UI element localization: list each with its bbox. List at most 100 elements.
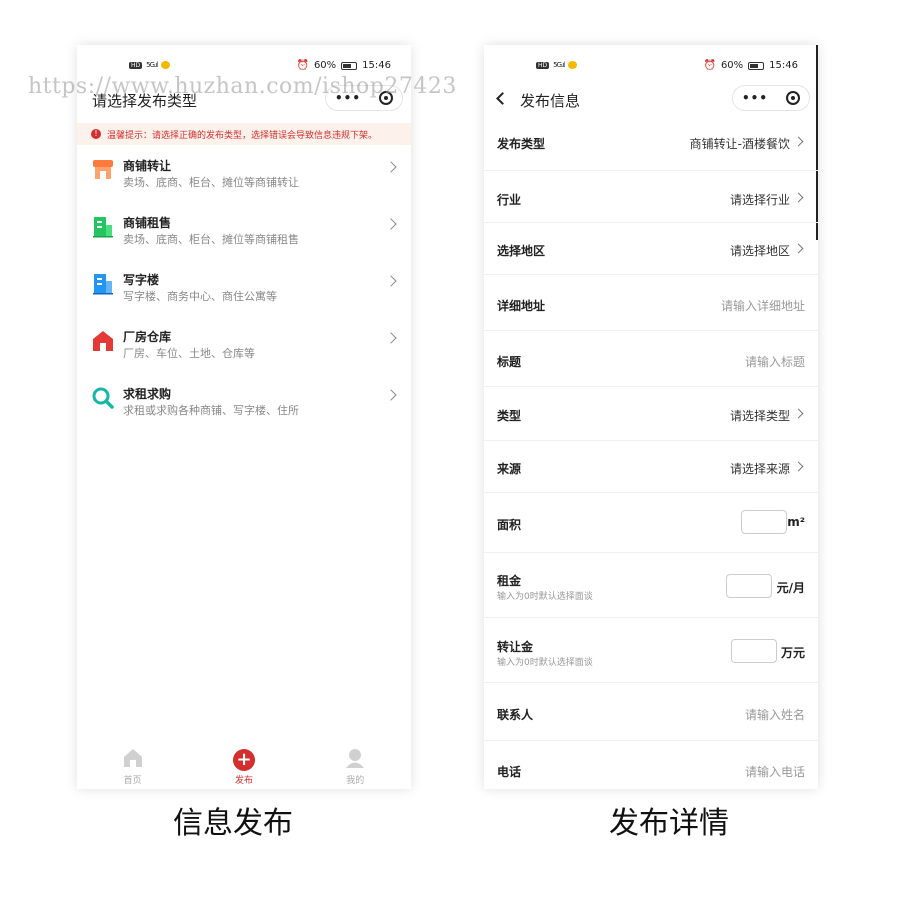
battery-icon xyxy=(341,61,358,70)
row-publish-type[interactable]: 发布类型 商铺转让-酒楼餐饮 xyxy=(484,115,818,171)
area-unit: m² xyxy=(787,515,805,529)
row-source[interactable]: 来源 请选择来源 xyxy=(484,441,818,493)
field-label: 类型 xyxy=(497,409,522,423)
tab-label: 我的 xyxy=(346,776,365,786)
signal-icon: 5G.ıl xyxy=(553,61,565,69)
publish-type-screen: HD 5G.ıl ⏰ 60% 15:46 请选择发布类型 ••• ! 温馨提示：请选择… xyxy=(77,45,411,789)
field-label: 租金 xyxy=(497,574,522,588)
contact-input[interactable]: 请输入姓名 xyxy=(745,706,805,723)
chevron-right-icon xyxy=(385,218,397,230)
category-item-office[interactable]: 写字楼 写字楼、商务中心、商住公寓等 xyxy=(77,259,411,316)
row-area: 面积 m² xyxy=(484,493,818,553)
title-input[interactable]: 请输入标题 xyxy=(745,353,805,370)
transfer-fee-input[interactable] xyxy=(731,639,777,663)
category-desc: 卖场、底商、柜台、摊位等商铺租售 xyxy=(123,233,299,246)
category-title: 厂房仓库 xyxy=(123,330,172,344)
field-label: 联系人 xyxy=(497,708,534,722)
chevron-right-icon xyxy=(385,332,397,344)
tab-home[interactable]: 首页 xyxy=(103,748,163,786)
field-label: 标题 xyxy=(497,355,522,369)
status-bar: HD 5G.ıl ⏰ 60% 15:46 xyxy=(484,45,818,81)
tab-publish[interactable]: + 发布 xyxy=(214,748,274,786)
clock: 15:46 xyxy=(769,60,798,71)
category-title: 商铺转让 xyxy=(123,159,172,173)
clock: 15:46 xyxy=(362,60,391,71)
row-transfer-fee: 转让金 输入为0时默认选择面谈 万元 xyxy=(484,618,818,683)
category-desc: 写字楼、商务中心、商住公寓等 xyxy=(123,290,277,303)
field-label: 面积 xyxy=(497,518,522,532)
notice-banner: ! 温馨提示：请选择正确的发布类型，选择错误会导致信息违规下架。 xyxy=(77,123,411,145)
field-label: 详细地址 xyxy=(497,299,546,313)
category-desc: 求租或求购各种商铺、写字楼、住所 xyxy=(123,404,299,417)
row-address[interactable]: 详细地址 请输入详细地址 xyxy=(484,275,818,331)
page-title: 发布信息 xyxy=(520,92,581,110)
tab-label: 首页 xyxy=(123,776,142,786)
search-icon xyxy=(92,387,114,409)
category-title: 商铺租售 xyxy=(123,216,172,230)
back-icon[interactable] xyxy=(496,92,509,105)
address-input[interactable]: 请输入详细地址 xyxy=(721,297,805,314)
tab-mine[interactable]: 我的 xyxy=(325,748,385,786)
row-region[interactable]: 选择地区 请选择地区 xyxy=(484,223,818,275)
row-kind[interactable]: 类型 请选择类型 xyxy=(484,387,818,441)
chevron-right-icon xyxy=(385,389,397,401)
more-icon[interactable]: ••• xyxy=(742,91,768,105)
title-bar: 发布信息 ••• xyxy=(484,81,818,115)
warehouse-icon xyxy=(93,331,113,351)
chevron-right-icon xyxy=(793,408,804,419)
field-label: 选择地区 xyxy=(497,244,546,258)
home-icon xyxy=(123,749,142,767)
bottom-tab-bar: 首页 + 发布 我的 xyxy=(77,745,411,789)
field-value: 请选择行业 xyxy=(729,193,790,207)
chevron-right-icon xyxy=(793,136,804,147)
office-building-icon xyxy=(93,274,113,295)
alarm-icon: ⏰ xyxy=(296,60,309,71)
row-phone[interactable]: 电话 请输入电话 xyxy=(484,741,818,789)
row-rent: 租金 输入为0时默认选择面谈 元/月 xyxy=(484,553,818,618)
building-green-icon xyxy=(93,217,113,238)
field-value: 请选择地区 xyxy=(729,244,790,258)
area-input[interactable] xyxy=(741,510,787,534)
rent-input[interactable] xyxy=(726,574,772,598)
chevron-right-icon xyxy=(385,161,397,173)
field-value: 请选择类型 xyxy=(729,409,790,423)
chevron-right-icon xyxy=(793,243,804,254)
category-item-shop-rent[interactable]: 商铺租售 卖场、底商、柜台、摊位等商铺租售 xyxy=(77,202,411,259)
row-contact[interactable]: 联系人 请输入姓名 xyxy=(484,683,818,741)
battery-icon xyxy=(748,61,765,70)
transfer-fee-unit: 万元 xyxy=(780,646,805,660)
caption-right: 发布详情 xyxy=(609,806,729,841)
field-label: 行业 xyxy=(497,193,522,207)
category-title: 写字楼 xyxy=(123,273,160,287)
user-icon xyxy=(346,749,365,768)
weibo-icon xyxy=(161,61,171,69)
shop-icon xyxy=(93,160,113,179)
row-industry[interactable]: 行业 请选择行业 xyxy=(484,171,818,223)
rent-unit: 元/月 xyxy=(776,581,805,595)
chevron-right-icon xyxy=(385,275,397,287)
category-desc: 卖场、底商、柜台、摊位等商铺转让 xyxy=(123,176,299,189)
category-item-warehouse[interactable]: 厂房仓库 厂房、车位、土地、仓库等 xyxy=(77,316,411,373)
field-label: 转让金 xyxy=(497,640,534,654)
field-hint: 输入为0时默认选择面谈 xyxy=(497,658,593,668)
field-label: 电话 xyxy=(497,765,522,779)
watermark-text: https://www.huzhan.com/ishop27423 xyxy=(28,74,457,99)
category-desc: 厂房、车位、土地、仓库等 xyxy=(123,347,255,360)
hd-badge: HD xyxy=(129,61,143,69)
row-title[interactable]: 标题 请输入标题 xyxy=(484,331,818,387)
tab-label: 发布 xyxy=(234,775,253,786)
close-target-icon[interactable] xyxy=(785,91,800,105)
alarm-icon: ⏰ xyxy=(703,60,716,71)
category-item-shop-transfer[interactable]: 商铺转让 卖场、底商、柜台、摊位等商铺转让 xyxy=(77,145,411,202)
warning-icon: ! xyxy=(91,129,101,139)
caption-left: 信息发布 xyxy=(173,806,293,841)
field-value: 请选择来源 xyxy=(729,462,790,476)
category-item-wanted[interactable]: 求租求购 求租或求购各种商铺、写字楼、住所 xyxy=(77,373,411,430)
field-value: 商铺转让-酒楼餐饮 xyxy=(689,137,790,151)
field-label: 发布类型 xyxy=(497,137,546,151)
publish-detail-screen: HD 5G.ıl ⏰ 60% 15:46 发布信息 ••• 发布类型 商铺转让-酒楼餐… xyxy=(484,45,818,789)
miniprogram-capsule[interactable]: ••• xyxy=(732,85,810,111)
signal-icon: 5G.ıl xyxy=(146,61,158,69)
phone-input[interactable]: 请输入电话 xyxy=(745,763,805,780)
weibo-icon xyxy=(568,61,578,69)
